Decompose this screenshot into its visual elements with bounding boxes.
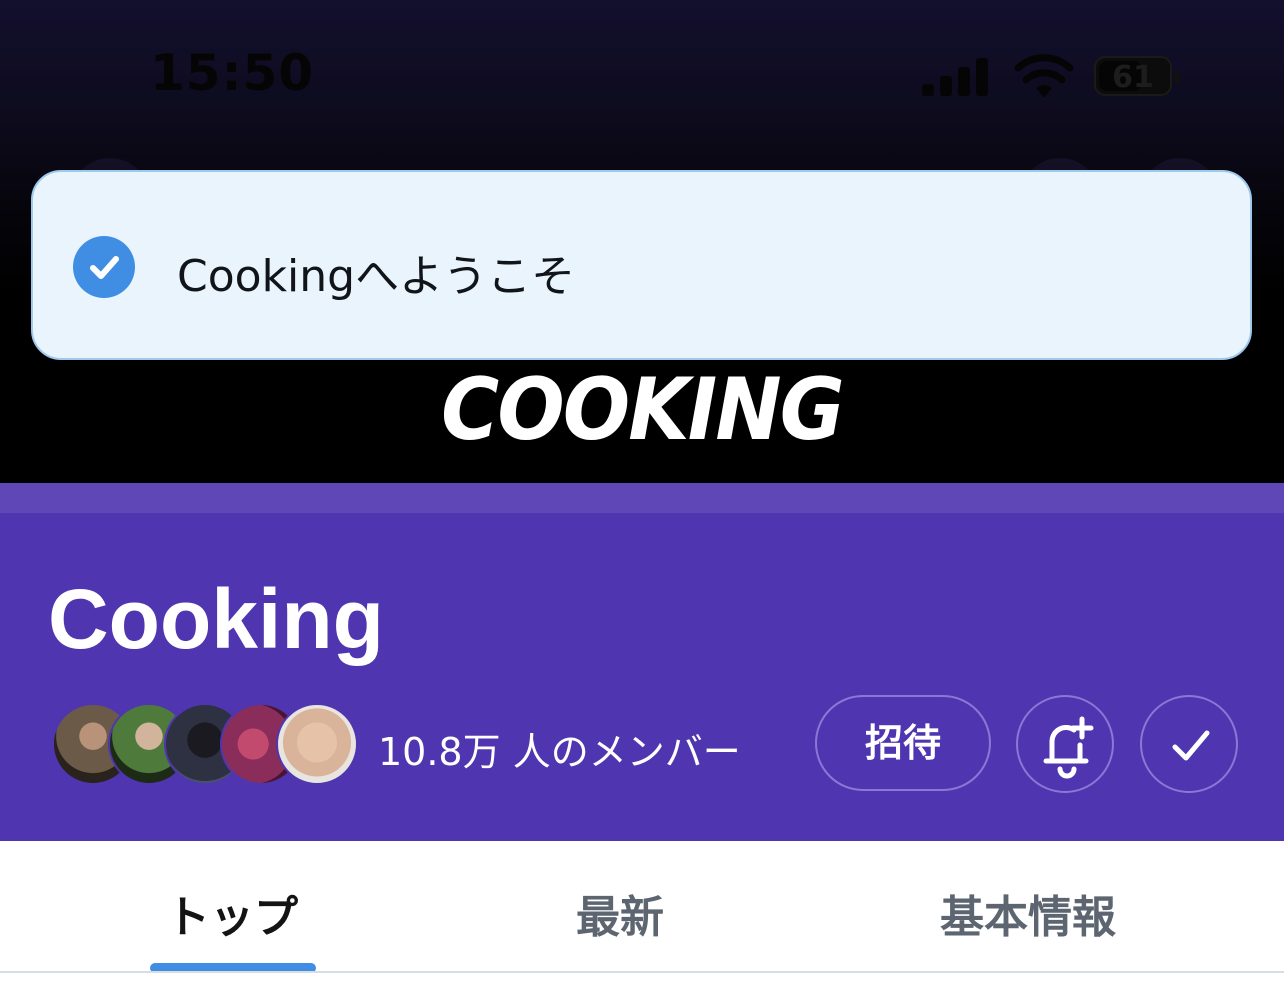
member-avatars[interactable] — [52, 703, 358, 785]
tab-latest[interactable]: 最新 — [576, 881, 664, 945]
welcome-toast[interactable]: Cookingへようこそ — [31, 170, 1252, 360]
community-tabs: トップ 最新 基本情報 — [0, 841, 1284, 973]
cellular-signal-icon — [922, 56, 992, 96]
wifi-icon — [1014, 54, 1074, 98]
community-header: Cooking 10.8万 人のメンバー 招待 — [0, 513, 1284, 841]
member-count: 10.8万 人のメンバー — [378, 730, 741, 774]
battery-icon: 61 — [1094, 56, 1172, 96]
bell-plus-icon — [1043, 716, 1094, 779]
battery-level: 61 — [1112, 60, 1154, 95]
invite-button[interactable]: 招待 — [815, 695, 991, 791]
tab-about[interactable]: 基本情報 — [940, 881, 1116, 945]
notification-settings-button[interactable] — [1016, 695, 1114, 793]
tab-top[interactable]: トップ — [166, 881, 298, 945]
joined-button[interactable] — [1140, 695, 1238, 793]
status-time: 15:50 — [150, 44, 315, 102]
banner-logo: COOKING — [441, 360, 844, 460]
avatar — [276, 703, 358, 785]
toast-message: Cookingへようこそ — [177, 251, 576, 302]
checkmark-icon — [1172, 730, 1210, 761]
header-accent-strip — [0, 483, 1284, 513]
community-title: Cooking — [48, 572, 384, 666]
check-circle-icon — [73, 236, 135, 298]
tabs-divider — [0, 971, 1284, 973]
